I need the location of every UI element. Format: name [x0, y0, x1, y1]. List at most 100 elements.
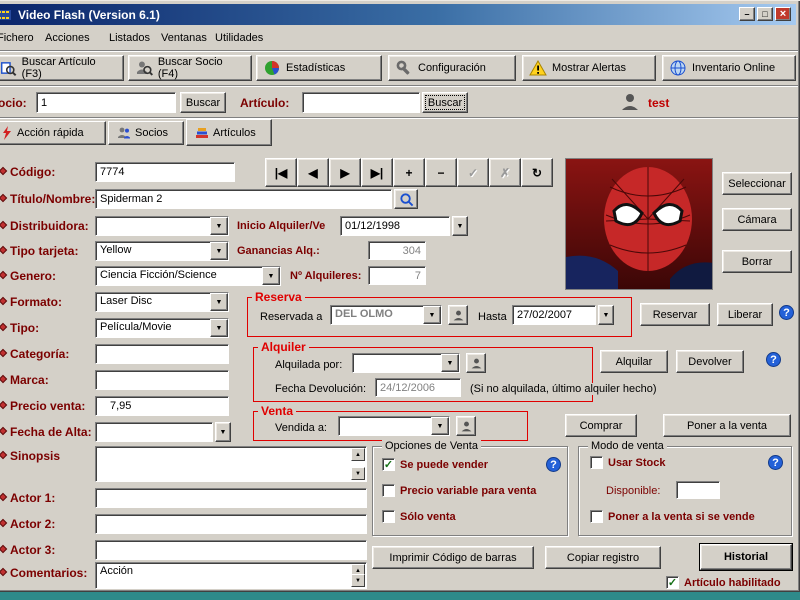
genero-combo[interactable]: Ciencia Ficción/Science ▼ — [95, 266, 281, 286]
seleccionar-button[interactable]: Seleccionar — [722, 172, 792, 195]
toolbar-estadisticas-button[interactable]: Estadísticas — [256, 55, 382, 81]
field-bullet-icon — [0, 245, 8, 255]
alquilar-button[interactable]: Alquilar — [600, 350, 668, 373]
titulo-input[interactable] — [95, 189, 392, 209]
toolbar-configuracion-button[interactable]: Configuración — [388, 55, 516, 81]
imprimir-codigo-barras-button[interactable]: Imprimir Código de barras — [372, 546, 534, 569]
articulo-habilitado-checkbox[interactable]: ✓ — [666, 576, 679, 589]
nav-cancel-button[interactable]: ✗ — [489, 158, 521, 187]
precio-venta-input[interactable] — [95, 396, 229, 416]
menu-fichero[interactable]: Fichero — [0, 29, 41, 47]
comentarios-text: Acción — [100, 565, 134, 577]
titulo-search-button[interactable] — [394, 189, 418, 209]
disponible-input[interactable] — [676, 481, 720, 499]
toolbar-buscar-articulo-button[interactable]: Buscar Artículo (F3) — [0, 55, 124, 81]
socio-input[interactable] — [36, 92, 176, 113]
camara-button[interactable]: Cámara — [722, 208, 792, 231]
nav-prior-button[interactable]: ◀ — [297, 158, 329, 187]
chevron-down-icon[interactable]: ▼ — [210, 217, 228, 235]
scroll-down-icon[interactable]: ▼ — [351, 574, 365, 587]
hasta-input[interactable] — [512, 305, 596, 325]
toolbar-inventario-online-button[interactable]: Inventario Online — [662, 55, 796, 81]
comentarios-memo[interactable]: Acción ▲ ▼ — [95, 562, 367, 589]
nav-post-button[interactable]: ✓ — [457, 158, 489, 187]
chevron-down-icon[interactable]: ▼ — [431, 417, 449, 435]
toolbar-buscar-socio-button[interactable]: Buscar Socio (F4) — [128, 55, 252, 81]
menu-ventanas[interactable]: Ventanas — [154, 29, 214, 47]
poner-a-la-venta-button[interactable]: Poner a la venta — [663, 414, 791, 437]
reserva-help-icon[interactable]: ? — [779, 305, 794, 320]
formato-combo[interactable]: Laser Disc ▼ — [95, 292, 229, 312]
scroll-up-icon[interactable]: ▲ — [351, 448, 365, 461]
borrar-button[interactable]: Borrar — [722, 250, 792, 273]
maximize-button[interactable]: □ — [757, 7, 773, 21]
reservada-a-combo[interactable]: DEL OLMO ▼ — [330, 305, 442, 325]
vendida-a-combo[interactable]: ▼ — [338, 416, 450, 436]
alquilada-por-combo[interactable]: ▼ — [352, 353, 460, 373]
chevron-down-icon[interactable]: ▼ — [262, 267, 280, 285]
chevron-down-icon[interactable]: ▼ — [441, 354, 459, 372]
alquiler-nota: (Si no alquilada, último alquiler hecho) — [468, 383, 659, 395]
chevron-down-icon[interactable]: ▼ — [210, 242, 228, 260]
se-puede-vender-checkbox[interactable]: ✓ — [382, 458, 395, 471]
fecha-alta-dropdown-button[interactable]: ▼ — [215, 422, 231, 442]
nav-first-button[interactable]: |◀ — [265, 158, 297, 187]
tab-articulos[interactable]: Artículos — [186, 119, 272, 146]
vendida-socio-button[interactable] — [456, 416, 476, 436]
copiar-registro-button[interactable]: Copiar registro — [545, 546, 661, 569]
categoria-input[interactable] — [95, 344, 229, 364]
usar-stock-checkbox[interactable] — [590, 456, 603, 469]
articulo-buscar-button[interactable]: Buscar — [422, 92, 468, 113]
tarjeta-combo[interactable]: Yellow ▼ — [95, 241, 229, 261]
toolbar-mostrar-alertas-button[interactable]: Mostrar Alertas — [522, 55, 656, 81]
alquiler-help-icon[interactable]: ? — [766, 352, 781, 367]
inicio-alquiler-input[interactable] — [340, 216, 450, 236]
reservada-socio-button[interactable] — [448, 305, 468, 325]
minimize-button[interactable]: – — [739, 7, 755, 21]
chevron-down-icon[interactable]: ▼ — [210, 319, 228, 337]
quickbar-separator — [0, 117, 798, 119]
solo-venta-checkbox[interactable] — [382, 510, 395, 523]
sinopsis-memo[interactable]: ▲ ▼ — [95, 446, 367, 482]
menu-utilidades[interactable]: Utilidades — [208, 29, 270, 47]
menu-listados[interactable]: Listados — [102, 29, 157, 47]
articulo-input[interactable] — [302, 92, 420, 113]
fecha-alta-input[interactable] — [95, 422, 213, 442]
chevron-down-icon: ▼ — [219, 428, 227, 436]
actor2-input[interactable] — [95, 514, 367, 534]
scroll-down-icon[interactable]: ▼ — [351, 467, 365, 480]
actor1-label: Actor 1: — [10, 491, 56, 505]
nav-refresh-button[interactable]: ↻ — [521, 158, 553, 187]
tab-accion-rapida[interactable]: Acción rápida — [0, 121, 106, 145]
tipo-combo[interactable]: Película/Movie ▼ — [95, 318, 229, 338]
liberar-button[interactable]: Liberar — [717, 303, 773, 326]
distribuidora-combo[interactable]: ▼ — [95, 216, 229, 236]
marca-input[interactable] — [95, 370, 229, 390]
button-label: Reservar — [652, 308, 698, 321]
se-puede-vender-help-icon[interactable]: ? — [546, 457, 561, 472]
codigo-input[interactable] — [95, 162, 235, 182]
close-button[interactable]: × — [775, 7, 791, 21]
poner-si-vende-checkbox[interactable] — [590, 510, 603, 523]
precio-variable-checkbox[interactable] — [382, 484, 395, 497]
chevron-down-icon[interactable]: ▼ — [423, 306, 441, 324]
socio-buscar-button[interactable]: Buscar — [180, 92, 226, 113]
actor1-input[interactable] — [95, 488, 367, 508]
inicio-alquiler-dropdown-button[interactable]: ▼ — [452, 216, 468, 236]
nav-next-button[interactable]: ▶ — [329, 158, 361, 187]
alquilada-socio-button[interactable] — [466, 353, 486, 373]
hasta-dropdown-button[interactable]: ▼ — [598, 305, 614, 325]
devolver-button[interactable]: Devolver — [676, 350, 744, 373]
menu-acciones[interactable]: Acciones — [38, 29, 97, 47]
usar-stock-help-icon[interactable]: ? — [768, 455, 783, 470]
historial-button[interactable]: Historial — [699, 543, 793, 571]
tab-socios[interactable]: Socios — [108, 121, 184, 145]
title-bar[interactable]: Video Flash (Version 6.1) — [0, 4, 796, 25]
nav-last-button[interactable]: ▶| — [361, 158, 393, 187]
nav-insert-button[interactable]: + — [393, 158, 425, 187]
nav-delete-button[interactable]: − — [425, 158, 457, 187]
reservar-button[interactable]: Reservar — [640, 303, 710, 326]
chevron-down-icon[interactable]: ▼ — [210, 293, 228, 311]
comprar-button[interactable]: Comprar — [565, 414, 637, 437]
actor3-input[interactable] — [95, 540, 367, 560]
